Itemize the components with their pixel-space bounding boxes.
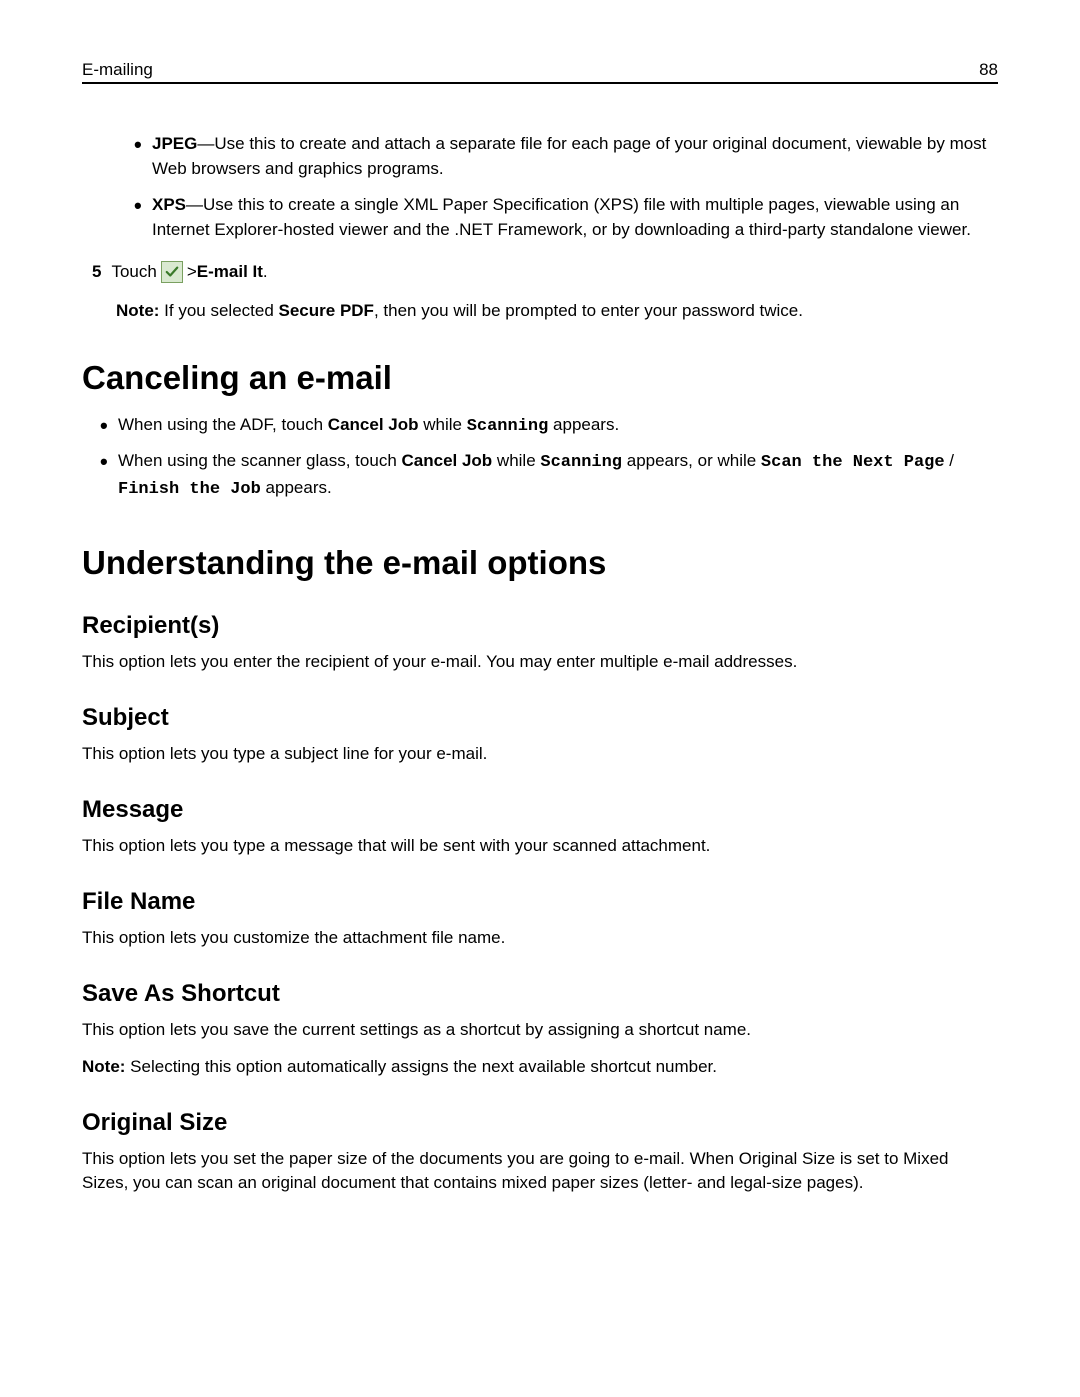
cancel-bullet-adf: When using the ADF, touch Cancel Job whi… [100, 413, 998, 440]
format-xps-desc: —Use this to create a single XML Paper S… [152, 195, 971, 239]
note-post: , then you will be prompted to enter you… [374, 301, 803, 320]
cancel-b2-post: appears. [261, 478, 332, 497]
subheading-message: Message [82, 796, 998, 824]
text-subject: This option lets you type a subject line… [82, 742, 998, 766]
note-secure-pdf: Note: If you selected Secure PDF, then y… [116, 301, 998, 321]
cancel-bullets: When using the ADF, touch Cancel Job whi… [100, 413, 998, 503]
heading-canceling: Canceling an e-mail [82, 359, 998, 397]
heading-options: Understanding the e-mail options [82, 544, 998, 582]
format-jpeg-desc: —Use this to create and attach a separat… [152, 134, 986, 178]
format-jpeg-label: JPEG [152, 134, 197, 153]
cancel-b2-cj: Cancel Job [402, 451, 493, 470]
step-5-number: 5 [92, 262, 101, 282]
note-label: Note: [116, 301, 164, 320]
text-original: This option lets you set the paper size … [82, 1147, 998, 1195]
subheading-subject: Subject [82, 704, 998, 732]
cancel-b1-post: appears. [548, 415, 619, 434]
page-header: E-mailing 88 [82, 60, 998, 84]
note-saveas-text: Selecting this option automatically assi… [130, 1057, 717, 1076]
subheading-recipients: Recipient(s) [82, 612, 998, 640]
cancel-b2-mid1: while [492, 451, 540, 470]
step-5-arrow: > [187, 262, 197, 282]
text-recipients: This option lets you enter the recipient… [82, 650, 998, 674]
cancel-b2-slash: / [945, 451, 954, 470]
cancel-b1-scanning: Scanning [467, 417, 549, 436]
step-5-touch: Touch [111, 262, 156, 282]
text-message: This option lets you type a message that… [82, 834, 998, 858]
format-list: JPEG—Use this to create and attach a sep… [134, 132, 998, 243]
cancel-b2-mid2: appears, or while [622, 451, 761, 470]
format-jpeg: JPEG—Use this to create and attach a sep… [134, 132, 998, 181]
note-saveas-label: Note: [82, 1057, 130, 1076]
cancel-bullet-glass: When using the scanner glass, touch Canc… [100, 449, 998, 502]
subheading-filename: File Name [82, 888, 998, 916]
header-page-number: 88 [979, 60, 998, 80]
format-xps: XPS—Use this to create a single XML Pape… [134, 193, 998, 242]
cancel-b2-scanning: Scanning [540, 453, 622, 472]
text-saveas: This option lets you save the current se… [82, 1018, 998, 1042]
header-section: E-mailing [82, 60, 153, 80]
note-saveas: Note: Selecting this option automaticall… [82, 1055, 998, 1079]
cancel-b1-mid: while [419, 415, 467, 434]
note-pre: If you selected [164, 301, 278, 320]
format-xps-label: XPS [152, 195, 186, 214]
checkmark-icon [161, 261, 183, 283]
subheading-original: Original Size [82, 1109, 998, 1137]
cancel-b1-pre: When using the ADF, touch [118, 415, 328, 434]
step-5: 5 Touch > E-mail It. [92, 261, 998, 283]
step-5-period: . [263, 262, 268, 282]
note-secure: Secure PDF [279, 301, 374, 320]
cancel-b1-cj: Cancel Job [328, 415, 419, 434]
cancel-b2-ftj: Finish the Job [118, 480, 261, 499]
text-filename: This option lets you customize the attac… [82, 926, 998, 950]
cancel-b2-pre: When using the scanner glass, touch [118, 451, 402, 470]
subheading-saveas: Save As Shortcut [82, 980, 998, 1008]
cancel-b2-snp: Scan the Next Page [761, 453, 945, 472]
step-5-emailit: E-mail It [197, 262, 263, 282]
